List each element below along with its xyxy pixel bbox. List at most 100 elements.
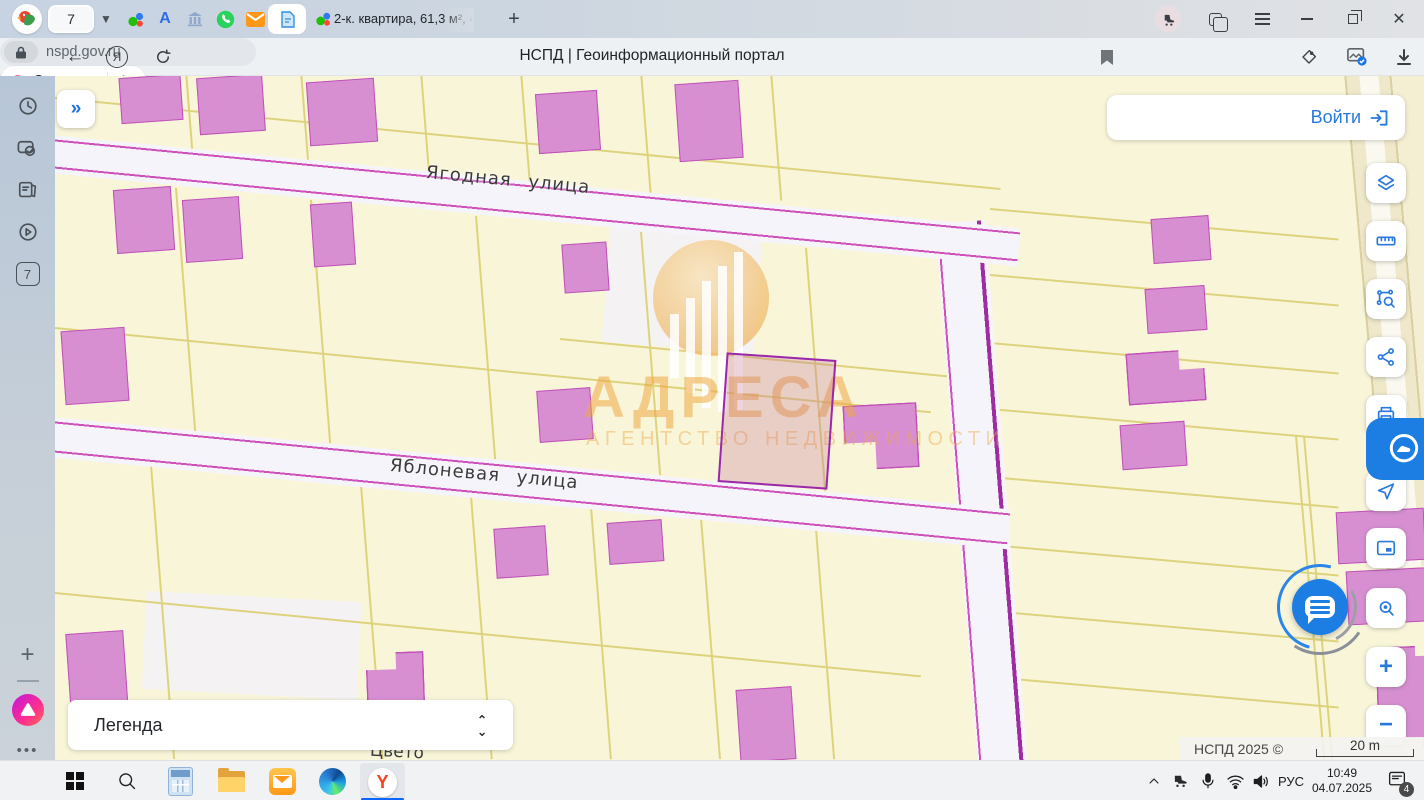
legend-panel[interactable]: Легенда ⌃⌃: [68, 700, 513, 750]
layers-button[interactable]: [1366, 163, 1406, 203]
tag-icon: [1300, 48, 1318, 66]
pinned-tab-a[interactable]: A: [152, 7, 178, 31]
minimap-button[interactable]: [1366, 528, 1406, 568]
parcel-line: [520, 76, 531, 186]
pinned-tab-whatsapp[interactable]: [212, 7, 238, 31]
screenshot-button[interactable]: [0, 132, 55, 164]
building: [1151, 215, 1212, 264]
screenshot-check-button[interactable]: [1344, 38, 1370, 76]
building: [535, 90, 601, 154]
taskbar-explorer[interactable]: [216, 761, 246, 800]
tray-language[interactable]: РУС: [1274, 761, 1308, 800]
map-attribution: НСПД 2025 © 20 m: [1180, 737, 1424, 760]
sidebar-more-button[interactable]: •••: [0, 738, 55, 762]
building: [182, 196, 243, 263]
building: [842, 402, 919, 471]
legend-collapse-icon[interactable]: ⌃⌃: [477, 715, 487, 736]
lock-icon[interactable]: [4, 41, 38, 63]
taskbar-edge[interactable]: [317, 761, 347, 800]
building: [493, 525, 548, 579]
tray-date: 04.07.2025: [1312, 781, 1372, 796]
building: [306, 78, 378, 147]
sidebar-divider: [0, 678, 55, 684]
tray-volume[interactable]: [1248, 761, 1274, 800]
close-button[interactable]: ✕: [1386, 7, 1412, 31]
tray-notifications[interactable]: 4: [1382, 761, 1412, 800]
tab-groups-button[interactable]: [1202, 7, 1228, 31]
parcel-line: [990, 676, 1339, 708]
seven-widget-button[interactable]: 7: [0, 258, 55, 290]
folder-icon: [218, 771, 245, 792]
extension-button[interactable]: [1297, 38, 1321, 76]
building: [607, 519, 665, 565]
skate-icon: [1172, 774, 1190, 788]
tab-list-chevron-icon[interactable]: ▼: [96, 9, 116, 29]
tray-clock[interactable]: 10:49 04.07.2025: [1308, 761, 1376, 800]
area-search-button[interactable]: [1366, 279, 1406, 319]
taskbar-mail[interactable]: [267, 761, 297, 800]
skate-icon: [1155, 6, 1181, 32]
back-button[interactable]: ←: [62, 38, 88, 76]
map-search-button[interactable]: [1366, 588, 1406, 628]
tray-wifi[interactable]: [1222, 761, 1248, 800]
minimize-icon: [1301, 18, 1313, 20]
video-button[interactable]: [0, 216, 55, 248]
colorful-dots-icon: [315, 11, 331, 27]
zoom-in-button[interactable]: +: [1366, 647, 1406, 687]
browser-tab-bar: 7 ▼ A 2-к. квартира, 61,3 м², 4/1 + ✕: [0, 0, 1424, 38]
building: [674, 80, 743, 162]
pinned-tab-docs-active[interactable]: [268, 4, 306, 34]
history-button[interactable]: [0, 90, 55, 122]
measure-button[interactable]: [1366, 221, 1406, 261]
profile-widget[interactable]: [1155, 7, 1181, 31]
tab-counter[interactable]: 7: [48, 5, 94, 33]
login-bar[interactable]: Войти: [1107, 95, 1405, 140]
tab-title-fade: [442, 8, 474, 32]
downloads-button[interactable]: [1392, 38, 1416, 76]
page-title: НСПД | Геоинформационный портал: [519, 47, 784, 65]
browser-logo[interactable]: [10, 2, 44, 36]
building: [561, 241, 609, 293]
new-tab-button[interactable]: +: [502, 7, 526, 31]
building: [736, 686, 797, 760]
map-canvas[interactable]: Ягодная улицаЯблоневая улица АДРЕСА АГЕН…: [55, 76, 1424, 760]
speaker-icon: [1252, 773, 1271, 790]
start-button[interactable]: [58, 761, 92, 800]
reload-button[interactable]: [150, 38, 176, 76]
taskbar-search-button[interactable]: [112, 761, 142, 800]
wifi-icon: [1226, 773, 1245, 790]
minimize-button[interactable]: [1294, 7, 1320, 31]
download-icon: [1396, 49, 1412, 66]
pinned-tab-mail[interactable]: [242, 7, 268, 31]
browser-sidebar: 7 + •••: [0, 76, 55, 760]
alice-button[interactable]: [0, 690, 55, 730]
chat-sticker-widget[interactable]: [1366, 418, 1424, 480]
screenshot-check-icon: [1346, 47, 1368, 67]
pinned-tab-services[interactable]: [122, 7, 148, 31]
bookmark-button[interactable]: [1096, 38, 1118, 76]
taskbar-app-calculator[interactable]: [165, 761, 195, 800]
browser-menu-button[interactable]: [1249, 7, 1275, 31]
more-dots-icon: •••: [17, 742, 39, 759]
sidebar-add-button[interactable]: +: [0, 641, 55, 669]
building: [1125, 348, 1206, 405]
building: [196, 76, 266, 135]
camera-icon: [16, 137, 39, 160]
pinned-tab-bank[interactable]: [182, 7, 208, 31]
map-features: Ягодная улицаЯблоневая улица: [55, 76, 1424, 760]
tray-app-button[interactable]: [1168, 761, 1194, 800]
share-button[interactable]: [1366, 337, 1406, 377]
tab-groups-icon: [1209, 13, 1222, 26]
yandex-home-button[interactable]: Я: [104, 38, 130, 76]
vertical-road: [935, 220, 1029, 760]
chat-widget[interactable]: [1281, 568, 1359, 646]
sidebar-expand-button[interactable]: »: [57, 90, 95, 128]
notification-badge: 4: [1399, 782, 1414, 797]
notes-button[interactable]: [0, 174, 55, 206]
tray-expand-button[interactable]: [1142, 761, 1166, 800]
restore-button[interactable]: [1340, 7, 1366, 31]
chat-button[interactable]: [1292, 579, 1348, 635]
taskbar-yandex-active[interactable]: Y: [360, 763, 405, 800]
alice-icon: [12, 694, 44, 726]
tray-microphone[interactable]: [1196, 761, 1220, 800]
